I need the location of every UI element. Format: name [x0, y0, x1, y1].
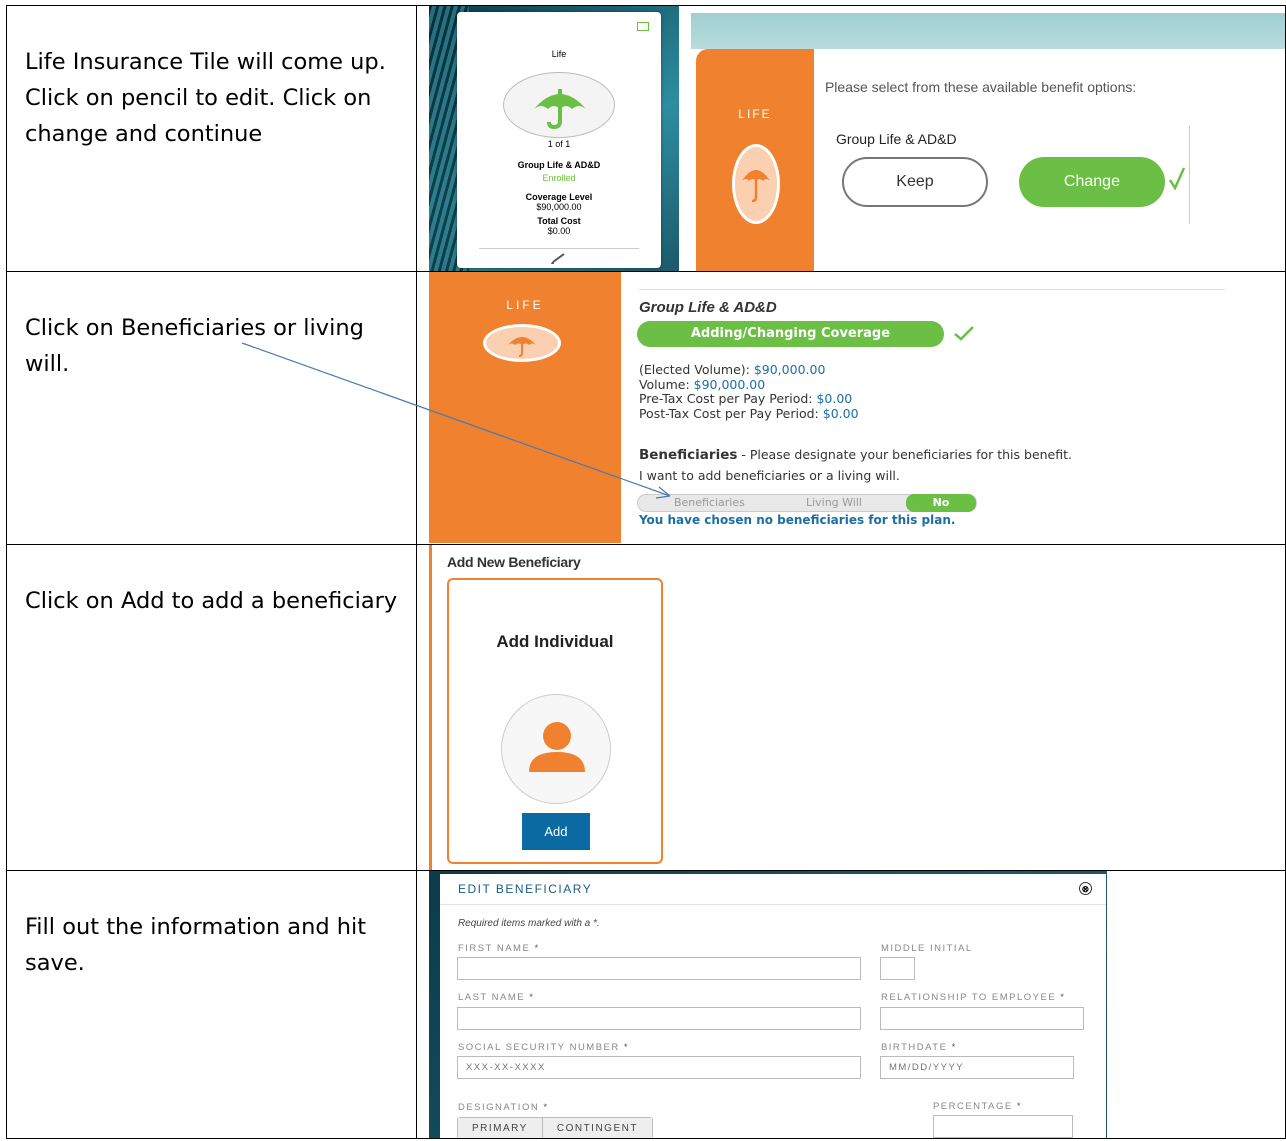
designation-label: DESIGNATION *: [457, 1102, 549, 1113]
beneficiaries-title: Beneficiaries: [638, 447, 738, 463]
person-icon: [500, 694, 611, 804]
percentage-label: PERCENTAGE *: [932, 1101, 1023, 1112]
coverage-details: (Elected Volume): $90,000.00 Volume: $90…: [638, 362, 859, 422]
elected-volume-row: (Elected Volume): $90,000.00: [638, 362, 859, 378]
relationship-field[interactable]: [879, 1007, 1084, 1030]
designation-selector: PRIMARY CONTINGENT: [456, 1117, 653, 1138]
first-name-field[interactable]: [456, 957, 861, 980]
step-row-3: Click on Add to add a beneficiary Add Ne…: [6, 544, 1286, 871]
coverage-status-pill: Adding/Changing Coverage: [636, 321, 944, 347]
birthdate-label: BIRTHDATE *: [880, 1042, 957, 1053]
last-name-label: LAST NAME *: [457, 992, 535, 1003]
card-heading: Add Individual: [496, 632, 614, 651]
plan-name: Group Life & AD&D: [835, 131, 957, 147]
ssn-label: SOCIAL SECURITY NUMBER *: [457, 1042, 630, 1053]
birthdate-field[interactable]: [879, 1056, 1074, 1079]
contingent-button[interactable]: CONTINGENT: [541, 1118, 652, 1138]
umbrella-icon: [482, 324, 561, 362]
beneficiaries-description: - Please designate your beneficiaries fo…: [737, 447, 1072, 462]
life-section-label: LIFE: [738, 107, 772, 121]
tile-status: Enrolled: [542, 173, 576, 183]
toggle-living-will[interactable]: Living Will: [806, 496, 862, 509]
pretax-value: $0.00: [816, 391, 853, 406]
primary-button[interactable]: PRIMARY: [457, 1118, 542, 1138]
check-icon: [953, 325, 975, 341]
total-cost-value: $0.00: [547, 226, 571, 236]
divider: [439, 904, 1106, 905]
volume-value: $90,000.00: [693, 376, 766, 392]
step-2-text: Click on Beneficiaries or living will.: [25, 315, 364, 377]
middle-initial-field[interactable]: [879, 957, 915, 980]
tile-divider: [478, 248, 639, 249]
add-beneficiary-title: Add New Beneficiary: [446, 554, 581, 570]
beneficiary-toggle: Beneficiaries Living Will No: [636, 494, 977, 512]
beneficiaries-subtext: I want to add beneficiaries or a living …: [638, 468, 900, 483]
step-4-screenshot: EDIT BENEFICIARY ⊗ Required items marked…: [415, 870, 1286, 1139]
posttax-label: Post-Tax Cost per Pay Period:: [638, 405, 823, 421]
relationship-label: RELATIONSHIP TO EMPLOYEE *: [880, 992, 1066, 1003]
first-name-label: FIRST NAME *: [457, 943, 540, 954]
umbrella-icon: [502, 72, 615, 138]
life-sidebar: LIFE: [428, 272, 621, 543]
elected-volume-value: $90,000.00: [753, 362, 826, 377]
pencil-icon[interactable]: [550, 252, 567, 265]
required-note: Required items marked with a *.: [457, 918, 600, 929]
last-name-field[interactable]: [456, 1007, 861, 1030]
plan-name: Group Life & AD&D: [638, 299, 777, 316]
beneficiaries-heading: Beneficiaries - Please designate your be…: [639, 447, 1072, 463]
instruction-table: Life Insurance Tile will come up. Click …: [6, 5, 1286, 1139]
life-sidebar: LIFE: [695, 49, 814, 271]
step-row-4: Fill out the information and hit save. E…: [6, 870, 1286, 1139]
ssn-field[interactable]: [456, 1056, 861, 1079]
divider: [1188, 126, 1190, 224]
keep-button[interactable]: Keep: [841, 157, 988, 207]
benefit-options-prompt: Please select from these available benef…: [824, 79, 1137, 95]
posttax-row: Post-Tax Cost per Pay Period: $0.00: [638, 405, 859, 422]
modal-title: EDIT BENEFICIARY: [457, 882, 593, 896]
pretax-label: Pre-Tax Cost per Pay Period:: [638, 391, 817, 406]
total-cost-label: Total Cost: [537, 216, 581, 226]
step-3-text: Click on Add to add a beneficiary: [25, 588, 398, 614]
toggle-no[interactable]: No: [905, 494, 976, 512]
close-icon[interactable]: ⊗: [1078, 882, 1092, 895]
middle-initial-label: MIDDLE INITIAL: [880, 943, 973, 954]
volume-label: Volume:: [638, 376, 694, 392]
umbrella-icon: [731, 144, 780, 224]
life-insurance-tile[interactable]: Life 1 of 1 Group Life & AD&D Enrolled C…: [456, 12, 661, 268]
step-1-screenshot: Life 1 of 1 Group Life & AD&D Enrolled C…: [415, 5, 1286, 272]
no-beneficiaries-message: You have chosen no beneficiaries for thi…: [638, 513, 956, 527]
step-3-screenshot: Add New Beneficiary Add Individual Add: [415, 544, 1286, 871]
add-individual-card[interactable]: Add Individual Add: [446, 578, 663, 864]
divider: [638, 289, 1225, 290]
step-2-screenshot: LIFE Group Life & AD&D Adding/Changing C…: [415, 271, 1286, 545]
tile-plan-name: Group Life & AD&D: [517, 160, 601, 170]
orange-edge: [428, 545, 432, 870]
pretax-row: Pre-Tax Cost per Pay Period: $0.00: [638, 391, 859, 407]
tile-checkbox[interactable]: [636, 22, 649, 31]
coverage-level-value: $90,000.00: [536, 202, 582, 212]
tile-title: Life: [551, 49, 567, 59]
posttax-value: $0.00: [822, 405, 859, 421]
change-button[interactable]: Change: [1018, 157, 1165, 207]
life-section-label: LIFE: [506, 298, 544, 312]
step-3-cell: Click on Add to add a beneficiary: [6, 544, 417, 871]
edit-beneficiary-modal: EDIT BENEFICIARY ⊗ Required items marked…: [439, 874, 1106, 1138]
step-row-1: Life Insurance Tile will come up. Click …: [6, 5, 1286, 272]
coverage-level-label: Coverage Level: [525, 192, 593, 202]
check-icon: [1167, 164, 1187, 192]
percentage-field[interactable]: [932, 1115, 1073, 1138]
elected-volume-label: (Elected Volume):: [638, 362, 754, 377]
step-4-text: Fill out the information and hit save.: [25, 914, 367, 976]
step-row-2: Click on Beneficiaries or living will. L…: [6, 271, 1286, 545]
volume-row: Volume: $90,000.00: [638, 376, 859, 393]
add-button[interactable]: Add: [521, 813, 590, 850]
step-1-text: Life Insurance Tile will come up. Click …: [25, 49, 386, 147]
step-2-cell: Click on Beneficiaries or living will.: [6, 271, 417, 545]
step-4-cell: Fill out the information and hit save.: [6, 870, 417, 1139]
toggle-beneficiaries[interactable]: Beneficiaries: [674, 496, 745, 509]
header-strip: [690, 13, 1285, 49]
step-1-cell: Life Insurance Tile will come up. Click …: [6, 5, 417, 272]
tile-count: 1 of 1: [547, 139, 571, 149]
